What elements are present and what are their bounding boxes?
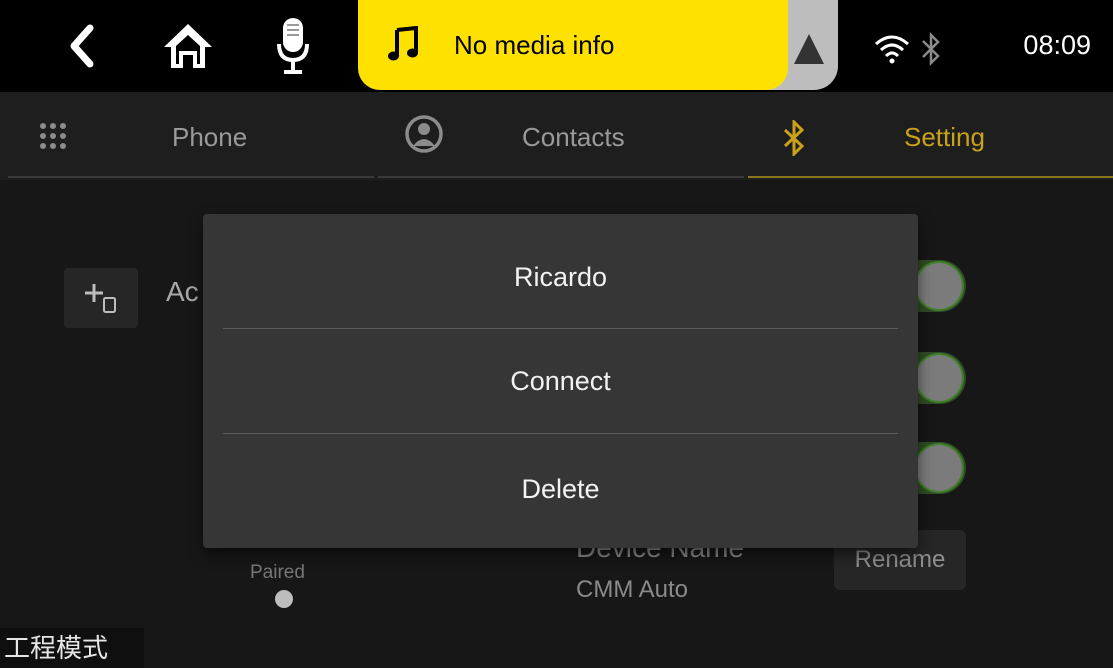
back-icon <box>70 24 94 68</box>
delete-option[interactable]: Delete <box>203 434 918 544</box>
engineering-mode-button[interactable]: 工程模式 <box>0 628 144 668</box>
tab-phone-label: Phone <box>172 122 248 152</box>
dialpad-icon <box>40 123 66 149</box>
connect-option[interactable]: Connect <box>203 329 918 433</box>
tab-underline-setting <box>748 176 1113 178</box>
tab-bar: Phone Contacts Setting <box>0 92 1113 180</box>
paired-indicator <box>275 590 293 608</box>
tab-underline-phone <box>8 176 374 178</box>
tab-contacts[interactable]: Contacts <box>378 92 746 180</box>
tab-setting[interactable]: Setting <box>748 92 1113 180</box>
add-device-icon <box>85 284 116 313</box>
tab-phone[interactable]: Phone <box>0 92 376 180</box>
clock: 08:09 <box>1023 30 1091 60</box>
back-button[interactable] <box>56 14 106 78</box>
device-options-dialog: Ricardo Connect Delete <box>203 214 918 548</box>
media-bar[interactable]: No media info <box>358 0 838 90</box>
device-name-value: CMM Auto <box>576 576 689 603</box>
media-info-panel[interactable]: No media info <box>358 0 788 90</box>
music-note-icon <box>388 26 418 61</box>
bluetooth-icon <box>922 32 940 66</box>
wifi-icon <box>875 35 909 64</box>
home-icon <box>164 24 212 68</box>
contact-icon <box>405 115 443 153</box>
add-device-label: Ac <box>166 276 199 307</box>
microphone-icon <box>277 18 309 74</box>
media-info-text: No media info <box>454 30 615 60</box>
home-button[interactable] <box>158 14 218 78</box>
navigation-arrow-icon <box>794 34 824 64</box>
tab-contacts-label: Contacts <box>522 122 625 152</box>
dialog-title: Ricardo <box>513 262 608 292</box>
add-device-button[interactable] <box>64 268 138 328</box>
top-bar: No media info 08:09 <box>0 0 1113 92</box>
voice-button[interactable] <box>270 14 316 78</box>
tab-underline-contacts <box>378 176 744 178</box>
bluetooth-icon <box>783 120 805 156</box>
paired-label: Paired <box>250 562 305 583</box>
tab-setting-label: Setting <box>904 122 985 152</box>
